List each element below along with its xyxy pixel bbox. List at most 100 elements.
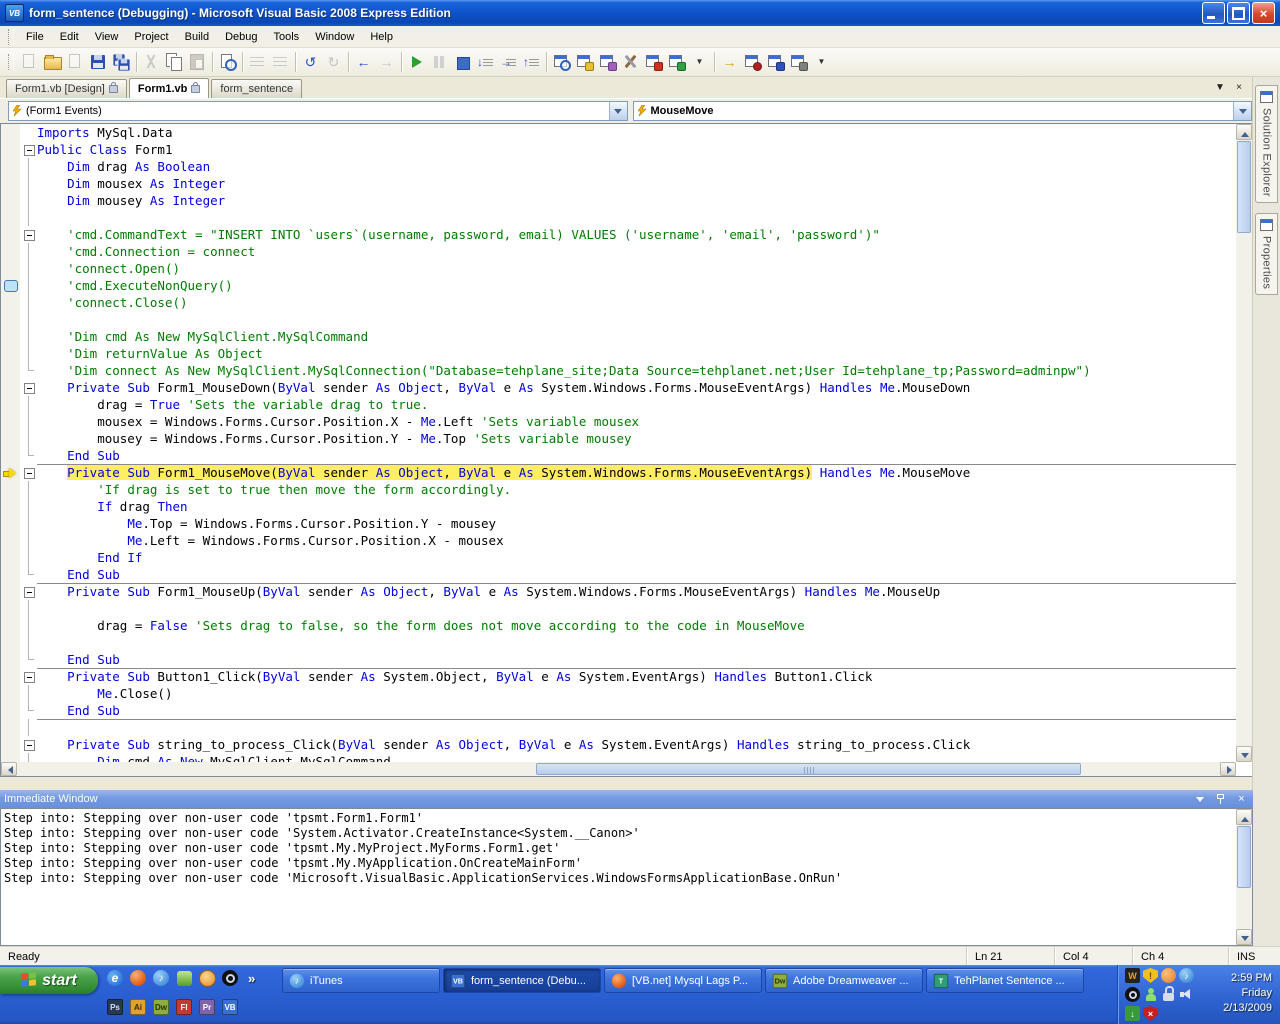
open-file-button[interactable]: [41, 51, 64, 73]
indicator-margin[interactable]: [1, 226, 20, 243]
auto-hide-pin-button[interactable]: [1213, 793, 1228, 806]
indicator-margin[interactable]: [1, 464, 20, 481]
menu-project[interactable]: Project: [126, 28, 176, 46]
indicator-margin[interactable]: [1, 532, 20, 549]
code-surface[interactable]: Imports MySql.DataPublic Class Form1 Dim…: [1, 124, 1236, 762]
indicator-margin[interactable]: [1, 549, 20, 566]
menu-help[interactable]: Help: [362, 28, 401, 46]
indicator-margin[interactable]: [1, 685, 20, 702]
vertical-scroll-thumb[interactable]: [1237, 141, 1251, 233]
indicator-margin[interactable]: [1, 141, 20, 158]
autohide-tab-solution-explorer[interactable]: Solution Explorer: [1255, 85, 1278, 203]
indicator-margin[interactable]: [1, 396, 20, 413]
code-fold-toggle[interactable]: [24, 145, 35, 156]
save-button[interactable]: [87, 51, 110, 73]
start-debugging-button[interactable]: [405, 51, 428, 73]
indicator-margin[interactable]: [1, 277, 20, 294]
breakpoints-window-button[interactable]: [741, 51, 764, 73]
locals-window-button[interactable]: [787, 51, 810, 73]
document-list-dropdown-button[interactable]: ▼: [1212, 80, 1228, 95]
debug-toolbar-overflow-button[interactable]: ▼: [810, 51, 833, 73]
menu-tools[interactable]: Tools: [266, 28, 308, 46]
taskbar-button-tehplanet-sentence[interactable]: TTehPlanet Sentence ...: [926, 968, 1084, 993]
tab-form1-vb-design-[interactable]: Form1.vb [Design]: [6, 79, 127, 98]
menu-view[interactable]: View: [87, 28, 127, 46]
winamp-icon[interactable]: W: [1125, 968, 1142, 986]
code-fold-toggle[interactable]: [24, 672, 35, 683]
indicator-margin[interactable]: [1, 498, 20, 515]
indicator-margin[interactable]: [1, 175, 20, 192]
method-combo-dropdown-button[interactable]: [1233, 102, 1251, 120]
dreamweaver-icon[interactable]: Dw: [152, 998, 170, 1016]
indicator-margin[interactable]: [1, 600, 20, 617]
method-name-combo[interactable]: MouseMove: [633, 101, 1253, 121]
indicator-margin[interactable]: [1, 719, 20, 736]
show-next-statement-button[interactable]: →: [718, 51, 741, 73]
class-combo-dropdown-button[interactable]: [609, 102, 627, 120]
undo-button[interactable]: ↺: [299, 51, 322, 73]
itunes-icon[interactable]: ♪: [152, 969, 170, 987]
visual-basic-icon[interactable]: VB: [221, 998, 239, 1016]
steam-icon[interactable]: [221, 969, 239, 987]
code-fold-toggle[interactable]: [24, 383, 35, 394]
premiere-icon[interactable]: Pr: [198, 998, 216, 1016]
scroll-right-button[interactable]: [1220, 762, 1236, 776]
taskbar-button-form-sentence-debu[interactable]: VBform_sentence (Debu...: [443, 968, 601, 993]
indicator-margin[interactable]: [1, 124, 20, 141]
illustrator-icon[interactable]: Ai: [129, 998, 147, 1016]
indicator-margin[interactable]: [1, 192, 20, 209]
indicator-margin[interactable]: [1, 260, 20, 277]
window-position-dropdown-button[interactable]: [1192, 793, 1207, 806]
close-button[interactable]: ×: [1252, 2, 1275, 24]
flash-icon[interactable]: Fl: [175, 998, 193, 1016]
miranda-icon[interactable]: [198, 969, 216, 987]
horizontal-scroll-thumb[interactable]: [536, 763, 1081, 775]
maximize-button[interactable]: [1227, 2, 1250, 24]
editor-vertical-scrollbar[interactable]: [1236, 124, 1252, 762]
stop-debugging-button[interactable]: [451, 51, 474, 73]
immediate-vertical-scrollbar[interactable]: [1236, 809, 1252, 945]
scroll-up-button[interactable]: [1236, 124, 1252, 140]
indicator-margin[interactable]: [1, 379, 20, 396]
properties-window-button[interactable]: [573, 51, 596, 73]
indicator-margin[interactable]: [1, 345, 20, 362]
messenger-icon[interactable]: [1143, 987, 1160, 1005]
object-browser-button[interactable]: [596, 51, 619, 73]
indicator-margin[interactable]: [1, 566, 20, 583]
step-over-button[interactable]: →: [497, 51, 520, 73]
firefox-icon[interactable]: [129, 969, 147, 987]
indicator-margin[interactable]: [1, 634, 20, 651]
vertical-scroll-thumb[interactable]: [1237, 826, 1251, 888]
indicator-margin[interactable]: [1, 583, 20, 600]
indicator-margin[interactable]: [1, 430, 20, 447]
menu-debug[interactable]: Debug: [217, 28, 265, 46]
class-name-combo[interactable]: (Form1 Events): [8, 101, 628, 121]
secure-lock-icon[interactable]: [1161, 987, 1178, 1005]
indicator-margin[interactable]: [1, 362, 20, 379]
indicator-margin[interactable]: [1, 158, 20, 175]
navigate-backward-button[interactable]: ←: [352, 51, 375, 73]
menu-edit[interactable]: Edit: [52, 28, 87, 46]
taskbar-button-adobe-dreamweaver[interactable]: DwAdobe Dreamweaver ...: [765, 968, 923, 993]
start-button[interactable]: start: [0, 967, 98, 994]
immediate-window-body[interactable]: Step into: Stepping over non-user code '…: [0, 808, 1253, 946]
indicator-margin[interactable]: [1, 651, 20, 668]
taskbar-button-itunes[interactable]: ♪iTunes: [282, 968, 440, 993]
indicator-margin[interactable]: [1, 736, 20, 753]
photoshop-icon[interactable]: Ps: [106, 998, 124, 1016]
immediate-close-button[interactable]: ×: [1234, 793, 1249, 806]
indicator-margin[interactable]: [1, 481, 20, 498]
autohide-tab-properties[interactable]: Properties: [1255, 213, 1278, 295]
code-fold-toggle[interactable]: [24, 587, 35, 598]
indicator-margin[interactable]: [1, 515, 20, 532]
menu-build[interactable]: Build: [177, 28, 217, 46]
toolbar-overflow-button[interactable]: ▼: [688, 51, 711, 73]
indicator-margin[interactable]: [1, 209, 20, 226]
save-all-button[interactable]: [110, 51, 133, 73]
itunes-tray-icon[interactable]: ♪: [1179, 968, 1196, 986]
internet-explorer-icon[interactable]: e: [106, 969, 124, 987]
indicator-margin[interactable]: [1, 447, 20, 464]
menu-file[interactable]: File: [18, 28, 52, 46]
taskbar-button-vb-net-mysql-lags-p[interactable]: [VB.net] Mysql Lags P...: [604, 968, 762, 993]
error-list-button[interactable]: [642, 51, 665, 73]
